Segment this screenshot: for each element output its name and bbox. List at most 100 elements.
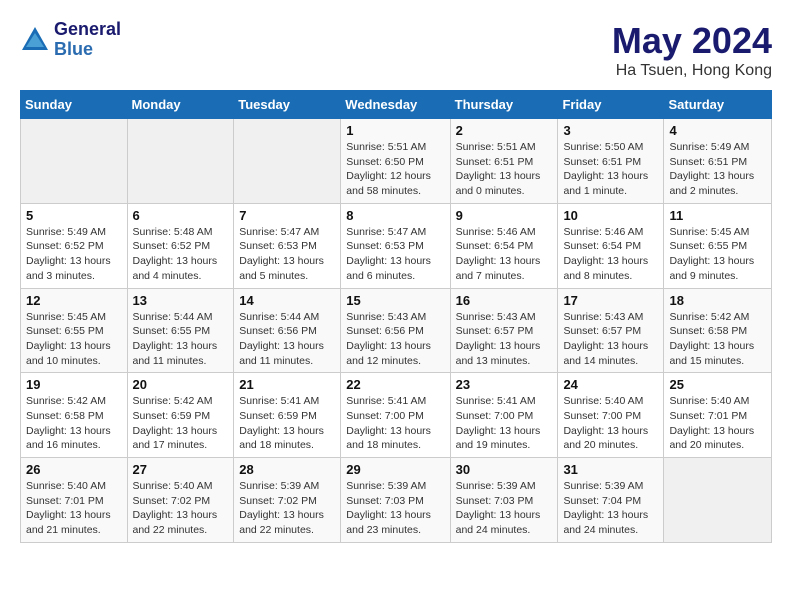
day-info: Sunrise: 5:51 AMSunset: 6:50 PMDaylight:… bbox=[346, 140, 444, 199]
calendar-cell: 29 Sunrise: 5:39 AMSunset: 7:03 PMDayligh… bbox=[341, 458, 450, 543]
col-header-sunday: Sunday bbox=[21, 91, 128, 119]
calendar-title: May 2024 bbox=[612, 20, 772, 62]
calendar-cell: 17 Sunrise: 5:43 AMSunset: 6:57 PMDayligh… bbox=[558, 288, 664, 373]
logo-icon bbox=[20, 25, 50, 55]
day-info: Sunrise: 5:46 AMSunset: 6:54 PMDaylight:… bbox=[456, 225, 553, 284]
calendar-week-row: 26 Sunrise: 5:40 AMSunset: 7:01 PMDayligh… bbox=[21, 458, 772, 543]
calendar-subtitle: Ha Tsuen, Hong Kong bbox=[612, 62, 772, 80]
day-number: 11 bbox=[669, 208, 766, 223]
day-number: 14 bbox=[239, 293, 335, 308]
calendar-cell bbox=[21, 119, 128, 204]
calendar-week-row: 19Sunrise: 5:42 AMSunset: 6:58 PMDayligh… bbox=[21, 373, 772, 458]
calendar-cell bbox=[234, 119, 341, 204]
calendar-cell bbox=[664, 458, 772, 543]
calendar-cell: 13 Sunrise: 5:44 AMSunset: 6:55 PMDayligh… bbox=[127, 288, 234, 373]
day-number: 1 bbox=[346, 123, 444, 138]
calendar-week-row: 5 Sunrise: 5:49 AMSunset: 6:52 PMDaylight… bbox=[21, 203, 772, 288]
day-info: Sunrise: 5:40 AMSunset: 7:01 PMDaylight:… bbox=[669, 394, 766, 453]
day-number: 4 bbox=[669, 123, 766, 138]
day-info: Sunrise: 5:49 AMSunset: 6:52 PMDaylight:… bbox=[26, 225, 122, 284]
day-number: 19 bbox=[26, 377, 122, 392]
day-info: Sunrise: 5:45 AMSunset: 6:55 PMDaylight:… bbox=[669, 225, 766, 284]
col-header-wednesday: Wednesday bbox=[341, 91, 450, 119]
day-info: Sunrise: 5:49 AMSunset: 6:51 PMDaylight:… bbox=[669, 140, 766, 199]
calendar-cell: 6Sunrise: 5:48 AMSunset: 6:52 PMDaylight… bbox=[127, 203, 234, 288]
day-number: 2 bbox=[456, 123, 553, 138]
day-info: Sunrise: 5:40 AMSunset: 7:02 PMDaylight:… bbox=[133, 479, 229, 538]
calendar-cell: 4 Sunrise: 5:49 AMSunset: 6:51 PMDaylight… bbox=[664, 119, 772, 204]
day-info: Sunrise: 5:47 AMSunset: 6:53 PMDaylight:… bbox=[239, 225, 335, 284]
day-number: 10 bbox=[563, 208, 658, 223]
day-number: 21 bbox=[239, 377, 335, 392]
day-info: Sunrise: 5:44 AMSunset: 6:55 PMDaylight:… bbox=[133, 310, 229, 369]
day-number: 26 bbox=[26, 462, 122, 477]
day-info: Sunrise: 5:41 AMSunset: 7:00 PMDaylight:… bbox=[346, 394, 444, 453]
day-number: 3 bbox=[563, 123, 658, 138]
day-info: Sunrise: 5:40 AMSunset: 7:00 PMDaylight:… bbox=[563, 394, 658, 453]
day-number: 27 bbox=[133, 462, 229, 477]
day-number: 17 bbox=[563, 293, 658, 308]
calendar-cell: 11 Sunrise: 5:45 AMSunset: 6:55 PMDayligh… bbox=[664, 203, 772, 288]
calendar-cell: 14 Sunrise: 5:44 AMSunset: 6:56 PMDayligh… bbox=[234, 288, 341, 373]
day-number: 24 bbox=[563, 377, 658, 392]
day-info: Sunrise: 5:44 AMSunset: 6:56 PMDaylight:… bbox=[239, 310, 335, 369]
calendar-header-row: SundayMondayTuesdayWednesdayThursdayFrid… bbox=[21, 91, 772, 119]
day-info: Sunrise: 5:42 AMSunset: 6:58 PMDaylight:… bbox=[669, 310, 766, 369]
calendar-cell: 23Sunrise: 5:41 AMSunset: 7:00 PMDayligh… bbox=[450, 373, 558, 458]
calendar-cell: 31 Sunrise: 5:39 AMSunset: 7:04 PMDayligh… bbox=[558, 458, 664, 543]
calendar-week-row: 12Sunrise: 5:45 AMSunset: 6:55 PMDayligh… bbox=[21, 288, 772, 373]
calendar-cell bbox=[127, 119, 234, 204]
calendar-cell: 22 Sunrise: 5:41 AMSunset: 7:00 PMDayligh… bbox=[341, 373, 450, 458]
title-block: May 2024 Ha Tsuen, Hong Kong bbox=[612, 20, 772, 80]
day-number: 5 bbox=[26, 208, 122, 223]
calendar-cell: 28Sunrise: 5:39 AMSunset: 7:02 PMDayligh… bbox=[234, 458, 341, 543]
calendar-cell: 12Sunrise: 5:45 AMSunset: 6:55 PMDayligh… bbox=[21, 288, 128, 373]
calendar-week-row: 1 Sunrise: 5:51 AMSunset: 6:50 PMDaylight… bbox=[21, 119, 772, 204]
calendar-cell: 9Sunrise: 5:46 AMSunset: 6:54 PMDaylight… bbox=[450, 203, 558, 288]
day-number: 22 bbox=[346, 377, 444, 392]
day-number: 20 bbox=[133, 377, 229, 392]
day-number: 23 bbox=[456, 377, 553, 392]
calendar-cell: 24 Sunrise: 5:40 AMSunset: 7:00 PMDayligh… bbox=[558, 373, 664, 458]
col-header-friday: Friday bbox=[558, 91, 664, 119]
calendar-cell: 10 Sunrise: 5:46 AMSunset: 6:54 PMDayligh… bbox=[558, 203, 664, 288]
calendar-cell: 20Sunrise: 5:42 AMSunset: 6:59 PMDayligh… bbox=[127, 373, 234, 458]
day-info: Sunrise: 5:40 AMSunset: 7:01 PMDaylight:… bbox=[26, 479, 122, 538]
day-info: Sunrise: 5:46 AMSunset: 6:54 PMDaylight:… bbox=[563, 225, 658, 284]
day-info: Sunrise: 5:39 AMSunset: 7:03 PMDaylight:… bbox=[346, 479, 444, 538]
calendar-cell: 5 Sunrise: 5:49 AMSunset: 6:52 PMDaylight… bbox=[21, 203, 128, 288]
day-info: Sunrise: 5:39 AMSunset: 7:04 PMDaylight:… bbox=[563, 479, 658, 538]
calendar-cell: 18 Sunrise: 5:42 AMSunset: 6:58 PMDayligh… bbox=[664, 288, 772, 373]
day-number: 13 bbox=[133, 293, 229, 308]
page-header: General Blue May 2024 Ha Tsuen, Hong Kon… bbox=[20, 20, 772, 80]
calendar-cell: 26 Sunrise: 5:40 AMSunset: 7:01 PMDayligh… bbox=[21, 458, 128, 543]
calendar-cell: 7 Sunrise: 5:47 AMSunset: 6:53 PMDaylight… bbox=[234, 203, 341, 288]
day-number: 15 bbox=[346, 293, 444, 308]
calendar-cell: 3Sunrise: 5:50 AMSunset: 6:51 PMDaylight… bbox=[558, 119, 664, 204]
day-info: Sunrise: 5:43 AMSunset: 6:57 PMDaylight:… bbox=[563, 310, 658, 369]
day-number: 7 bbox=[239, 208, 335, 223]
calendar-cell: 16Sunrise: 5:43 AMSunset: 6:57 PMDayligh… bbox=[450, 288, 558, 373]
logo-text: General Blue bbox=[54, 20, 121, 60]
calendar-cell: 19Sunrise: 5:42 AMSunset: 6:58 PMDayligh… bbox=[21, 373, 128, 458]
day-number: 6 bbox=[133, 208, 229, 223]
day-number: 30 bbox=[456, 462, 553, 477]
day-number: 31 bbox=[563, 462, 658, 477]
day-info: Sunrise: 5:39 AMSunset: 7:02 PMDaylight:… bbox=[239, 479, 335, 538]
calendar-cell: 15Sunrise: 5:43 AMSunset: 6:56 PMDayligh… bbox=[341, 288, 450, 373]
day-info: Sunrise: 5:39 AMSunset: 7:03 PMDaylight:… bbox=[456, 479, 553, 538]
logo: General Blue bbox=[20, 20, 121, 60]
col-header-monday: Monday bbox=[127, 91, 234, 119]
day-info: Sunrise: 5:47 AMSunset: 6:53 PMDaylight:… bbox=[346, 225, 444, 284]
calendar-cell: 27 Sunrise: 5:40 AMSunset: 7:02 PMDayligh… bbox=[127, 458, 234, 543]
day-number: 18 bbox=[669, 293, 766, 308]
day-info: Sunrise: 5:41 AMSunset: 6:59 PMDaylight:… bbox=[239, 394, 335, 453]
col-header-tuesday: Tuesday bbox=[234, 91, 341, 119]
day-info: Sunrise: 5:51 AMSunset: 6:51 PMDaylight:… bbox=[456, 140, 553, 199]
day-number: 16 bbox=[456, 293, 553, 308]
day-number: 12 bbox=[26, 293, 122, 308]
calendar-cell: 21 Sunrise: 5:41 AMSunset: 6:59 PMDayligh… bbox=[234, 373, 341, 458]
day-number: 29 bbox=[346, 462, 444, 477]
calendar-cell: 25Sunrise: 5:40 AMSunset: 7:01 PMDayligh… bbox=[664, 373, 772, 458]
calendar-cell: 2 Sunrise: 5:51 AMSunset: 6:51 PMDaylight… bbox=[450, 119, 558, 204]
